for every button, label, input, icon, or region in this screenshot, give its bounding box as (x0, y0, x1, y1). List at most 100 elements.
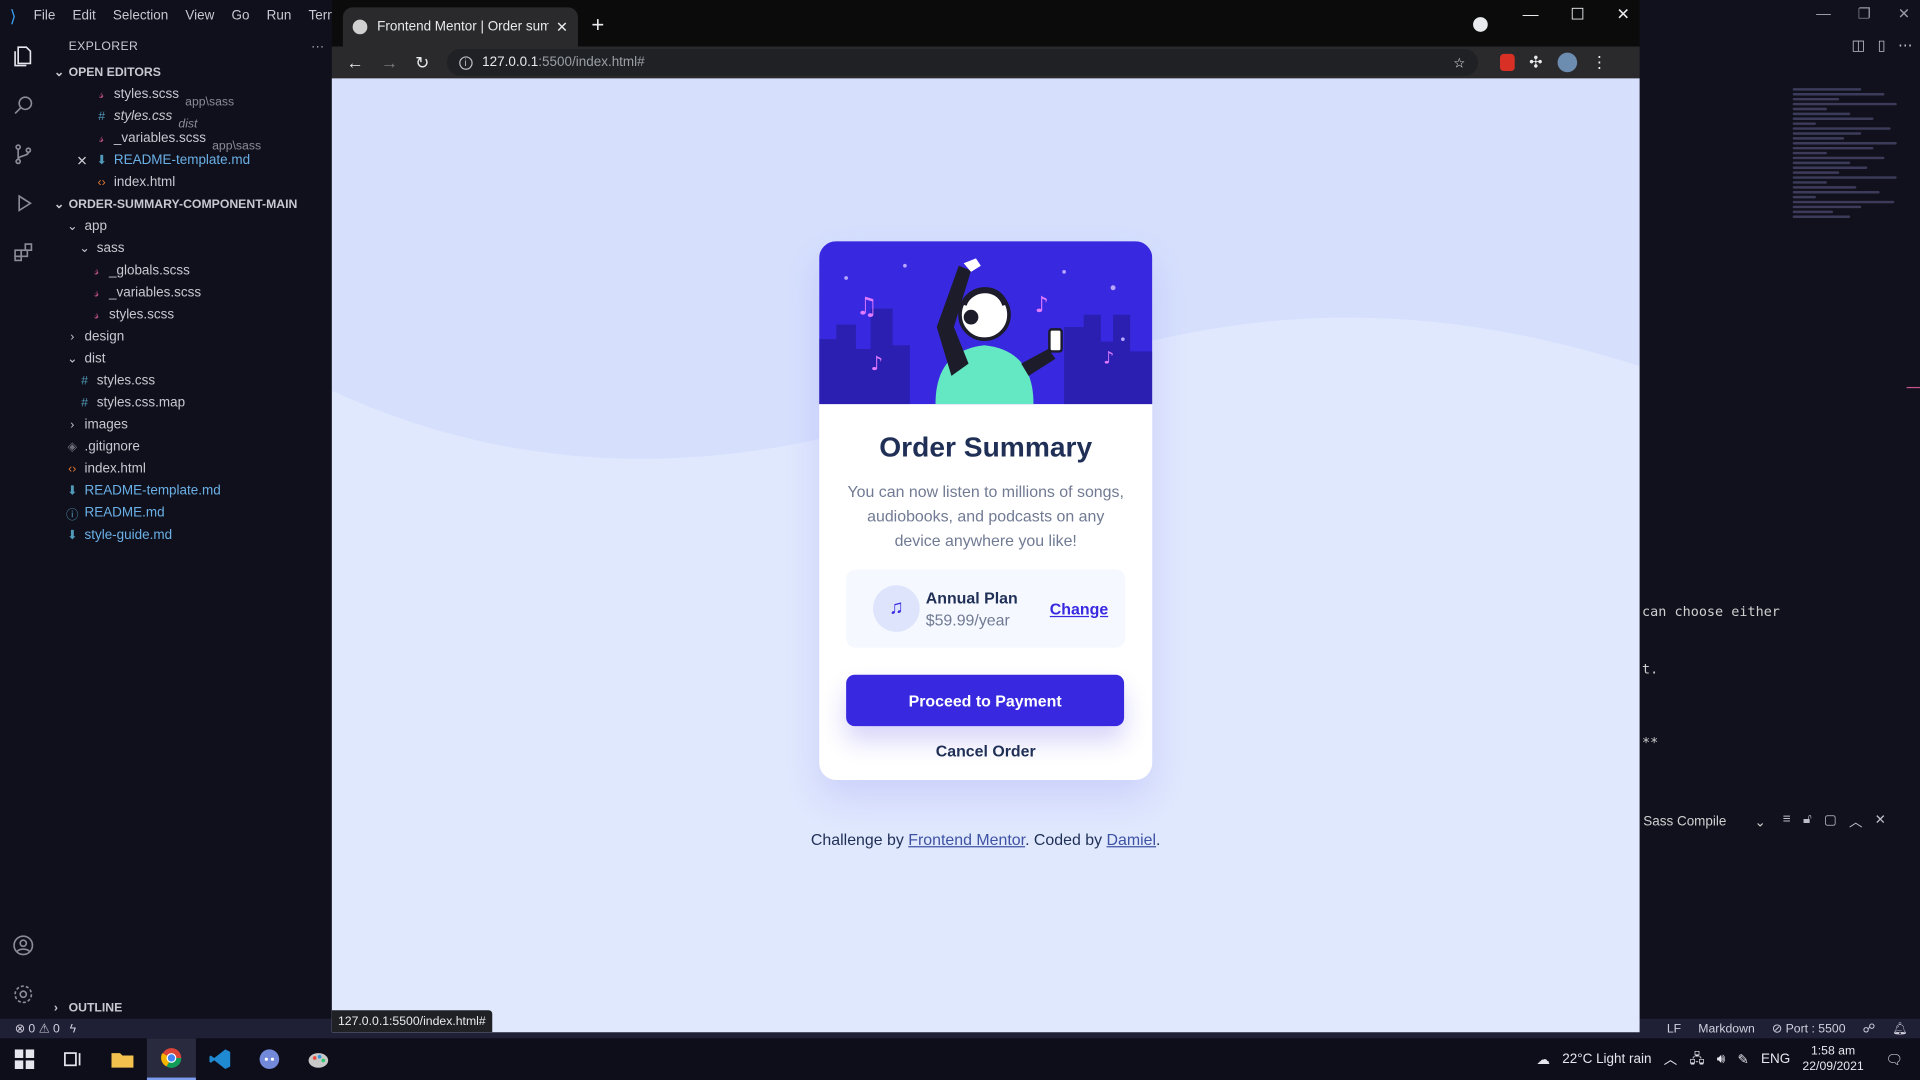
pen-icon[interactable]: ✎ (1737, 1051, 1748, 1067)
clock[interactable]: 1:58 am 22/09/2021 (1802, 1043, 1863, 1075)
tree-file[interactable]: 𝓈 _variables.scss (47, 282, 332, 304)
extension-adblock-icon[interactable] (1499, 53, 1515, 72)
site-info-icon[interactable]: i (458, 55, 473, 70)
tray-chevron-up-icon[interactable]: ︿ (1664, 1049, 1677, 1069)
language-mode[interactable]: Markdown (1698, 1022, 1754, 1035)
tree-file[interactable]: ◈ .gitignore (47, 436, 332, 458)
vscode-taskbar-icon[interactable] (196, 1038, 245, 1080)
forward-arrow-icon[interactable]: → (381, 52, 398, 73)
volume-icon[interactable]: 🔊︎ (1717, 1051, 1725, 1067)
run-debug-icon[interactable] (0, 179, 47, 228)
tree-file[interactable]: ⬇ style-guide.md (47, 524, 332, 546)
author-link[interactable]: Damiel (1107, 830, 1157, 848)
tab-search-icon[interactable] (1473, 17, 1488, 32)
minimize-icon[interactable]: — (1816, 5, 1831, 22)
tree-file[interactable]: ‹› index.html (47, 458, 332, 480)
open-editors-header[interactable]: ⌄ OPEN EDITORS (47, 61, 332, 83)
close-panel-icon[interactable]: ✕ (1875, 812, 1886, 832)
more-actions-icon[interactable]: ⋯ (1898, 37, 1913, 54)
tree-file[interactable]: ⓘ README.md (47, 502, 332, 524)
maximize-icon[interactable]: ☐ (1570, 5, 1584, 25)
open-editor-item[interactable]: ✕ ⬇ README-template.md (47, 149, 332, 171)
vscode-window-controls: — ❐ ✕ (1816, 5, 1910, 22)
menu-selection[interactable]: Selection (113, 9, 168, 24)
open-editor-item[interactable]: 𝓈 _variables.scss app\sass (47, 127, 332, 152)
explorer-more-button[interactable]: ··· (311, 40, 324, 53)
close-icon[interactable]: ✕ (1898, 5, 1910, 22)
feedback-icon[interactable]: ☍ (1863, 1022, 1875, 1035)
lock-icon[interactable]: 🔓︎ (1803, 812, 1812, 832)
menu-go[interactable]: Go (232, 9, 250, 24)
input-language[interactable]: ENG (1761, 1052, 1790, 1067)
restore-icon[interactable]: ❐ (1858, 5, 1871, 22)
eol-indicator[interactable]: LF (1667, 1022, 1681, 1035)
profile-avatar[interactable] (1557, 52, 1577, 73)
menu-file[interactable]: File (34, 9, 56, 24)
tree-item-name: _variables.scss (108, 285, 202, 301)
tree-file[interactable]: 𝓈 _globals.scss (47, 260, 332, 282)
weather-text[interactable]: 22°C Light rain (1562, 1052, 1651, 1067)
change-plan-link[interactable]: Change (1050, 599, 1108, 617)
tree-folder[interactable]: ⌄ dist (47, 348, 332, 370)
reload-icon[interactable]: ↻ (415, 52, 429, 73)
explorer-icon[interactable] (0, 32, 47, 81)
paint-taskbar-icon[interactable] (294, 1038, 343, 1080)
notifications-bell-icon[interactable]: 🔔︎ (1892, 1022, 1908, 1035)
tree-folder[interactable]: ⌄ app (47, 216, 332, 238)
address-bar[interactable]: i 127.0.0.1:5500/index.html# ☆ (446, 48, 1478, 76)
live-server-port[interactable]: ⊘ Port : 5500 (1772, 1022, 1846, 1035)
close-icon[interactable]: ✕ (1616, 5, 1629, 25)
tree-file[interactable]: # styles.css (47, 370, 332, 392)
open-log-icon[interactable]: ▢ (1824, 812, 1837, 832)
project-folder-header[interactable]: ⌄ ORDER-SUMMARY-COMPONENT-MAIN (47, 193, 332, 215)
minimap[interactable] (1792, 88, 1908, 272)
browser-tab[interactable]: Frontend Mentor | Order summa ✕ (342, 7, 578, 47)
problems-indicator[interactable]: ⊗ 0 ⚠ 0 (15, 1022, 60, 1035)
network-icon[interactable]: 🖧︎ (1689, 1048, 1704, 1071)
attribution-middle: . Coded by (1025, 830, 1107, 849)
chrome-menu-icon[interactable]: ⋮ (1591, 53, 1607, 73)
settings-gear-icon[interactable] (0, 970, 47, 1019)
split-editor-icon[interactable]: ▯ (1878, 37, 1886, 54)
html-icon: ‹› (68, 462, 77, 476)
chrome-taskbar-icon[interactable] (146, 1038, 196, 1080)
tree-item-name: sass (96, 241, 125, 256)
tree-folder[interactable]: ⌄ sass (47, 238, 332, 260)
task-view-icon[interactable] (49, 1038, 98, 1080)
frontend-mentor-link[interactable]: Frontend Mentor (908, 830, 1025, 848)
tree-folder[interactable]: › images (47, 414, 332, 436)
menu-run[interactable]: Run (267, 9, 292, 24)
menu-view[interactable]: View (185, 9, 214, 24)
proceed-to-payment-button[interactable]: Proceed to Payment (846, 674, 1125, 727)
back-arrow-icon[interactable]: ← (347, 52, 364, 73)
tree-folder[interactable]: › design (47, 326, 332, 348)
live-share-icon[interactable]: ϟ (70, 1022, 76, 1035)
weather-icon[interactable]: ☁ (1537, 1051, 1550, 1067)
maximize-panel-icon[interactable]: ︿ (1849, 812, 1862, 832)
tree-file[interactable]: # styles.css.map (47, 392, 332, 414)
outline-header[interactable]: › OUTLINE (47, 997, 122, 1019)
action-center-icon[interactable]: 🗨︎ (1886, 1051, 1903, 1067)
clear-output-icon[interactable]: ≡ (1783, 812, 1791, 832)
minimize-icon[interactable]: — (1523, 5, 1539, 25)
accounts-icon[interactable] (0, 921, 47, 970)
tree-file[interactable]: 𝓈 styles.scss (47, 304, 332, 326)
discord-taskbar-icon[interactable] (245, 1038, 294, 1080)
bookmark-star-icon[interactable]: ☆ (1453, 54, 1465, 71)
start-button[interactable] (0, 1038, 49, 1080)
menu-edit[interactable]: Edit (72, 9, 95, 24)
file-explorer-icon[interactable] (98, 1038, 147, 1080)
extensions-puzzle-icon[interactable]: ✣ (1529, 53, 1542, 73)
cancel-order-button[interactable]: Cancel Order (846, 742, 1125, 760)
close-editor-icon[interactable]: ✕ (73, 152, 90, 169)
source-control-icon[interactable] (0, 130, 47, 179)
open-editor-item[interactable]: ‹› index.html (47, 171, 332, 193)
search-icon[interactable] (0, 81, 47, 130)
new-tab-button[interactable]: + (591, 12, 604, 36)
output-channel-select[interactable]: Sass Compile ⌄ (1643, 814, 1765, 830)
tab-close-icon[interactable]: ✕ (556, 18, 568, 35)
open-editor-item[interactable]: 𝓈 styles.scss app\sass (47, 83, 332, 108)
tree-file[interactable]: ⬇ README-template.md (47, 480, 332, 502)
open-preview-icon[interactable]: ◫ (1852, 37, 1866, 54)
extensions-icon[interactable] (0, 228, 47, 277)
